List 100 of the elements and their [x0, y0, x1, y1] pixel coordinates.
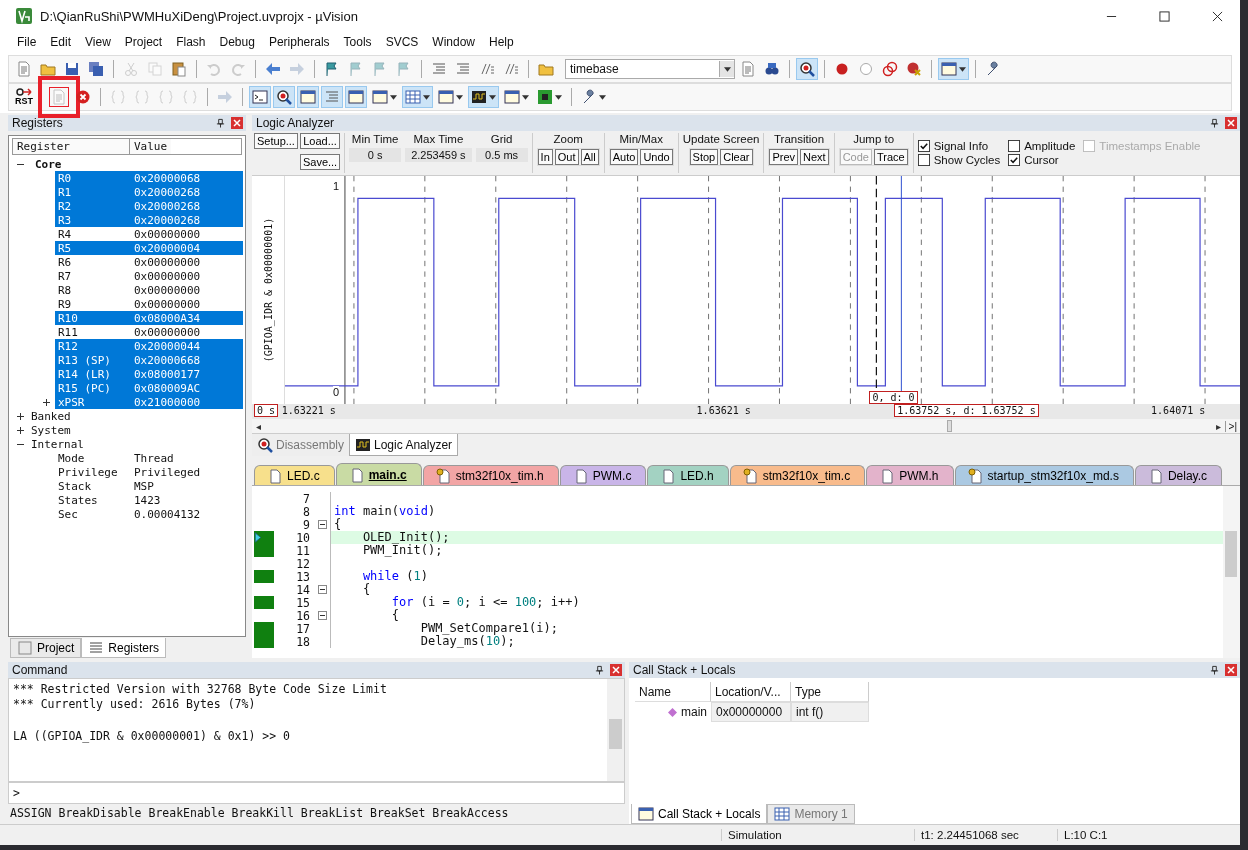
panel-tab[interactable]: Project — [10, 638, 82, 658]
register-row[interactable]: R14 (LR) 0x08000177 — [55, 367, 243, 381]
collapse-icon[interactable] — [317, 611, 327, 620]
collapse-icon[interactable] — [317, 585, 327, 594]
save-button[interactable]: Save... — [299, 154, 341, 170]
register-row[interactable]: R13 (SP) 0x20000668 — [55, 353, 243, 367]
collapse-icon[interactable] — [317, 520, 327, 529]
load-button[interactable]: Load... — [299, 133, 341, 149]
analyzer-button[interactable]: Auto — [609, 149, 639, 165]
register-row[interactable]: R11 0x00000000 — [55, 325, 243, 339]
register-row[interactable]: R0 0x20000068 — [55, 171, 243, 185]
file-tab[interactable]: main.c — [335, 463, 422, 485]
register-row[interactable]: R1 0x20000268 — [55, 185, 243, 199]
scrollbar-thumb[interactable] — [609, 719, 622, 749]
file-tab[interactable]: PWM.c — [559, 465, 647, 485]
horizontal-scrollbar[interactable]: ◂ ▸ >| — [252, 419, 1240, 433]
toolbar-button[interactable] — [468, 86, 499, 108]
analyzer-button[interactable]: Prev — [769, 149, 799, 165]
tree-group[interactable]: Core — [35, 157, 62, 171]
register-row[interactable]: R9 0x00000000 — [55, 297, 243, 311]
menu-item[interactable]: Flash — [169, 35, 213, 49]
option-checkbox[interactable]: Signal Info — [917, 140, 1001, 152]
menu-item[interactable]: Window — [425, 35, 482, 49]
register-row[interactable]: R12 0x20000044 — [55, 339, 243, 353]
code-editor[interactable]: 7 8 int main(void) 9 { 10 OLED_Init(); 11 PWM_Init(); 12 13 while (1) 14 { 15 for (i = 0; i <= 100; i++) 16 { 17 PWM_SetCompare1(i); 18 Delay_ms(10); — [252, 486, 1240, 658]
column-header[interactable]: Register — [13, 139, 130, 154]
column-header[interactable]: Value — [130, 139, 172, 154]
table-cell: int f() — [791, 702, 869, 722]
maximize-icon[interactable] — [1159, 10, 1170, 22]
menu-item[interactable]: Edit — [43, 35, 79, 49]
vertical-scrollbar[interactable] — [1223, 486, 1240, 658]
indent-icon — [431, 61, 447, 77]
panel-tab[interactable]: Memory 1 — [767, 804, 855, 824]
reset-button[interactable]: RST — [13, 86, 35, 108]
tree-group[interactable]: Internal — [31, 437, 84, 451]
scrollbar-thumb[interactable] — [946, 420, 952, 432]
registers-icon — [88, 639, 105, 656]
analyzer-button[interactable]: All — [580, 149, 599, 165]
menu-item[interactable]: View — [78, 35, 118, 49]
menu-item[interactable]: SVCS — [378, 35, 426, 49]
register-row[interactable]: Stack MSP — [55, 479, 243, 493]
file-tab[interactable]: LED.c — [254, 465, 335, 485]
file-tab[interactable]: startup_stm32f10x_md.s — [954, 465, 1134, 485]
menu-item[interactable]: File — [10, 35, 44, 49]
option-checkbox[interactable]: Amplitude — [1008, 140, 1076, 152]
tree-group[interactable]: System — [31, 423, 71, 437]
file-tab[interactable]: stm32f10x_tim.h — [422, 465, 559, 485]
menu-item[interactable]: Project — [117, 35, 170, 49]
menu-item[interactable]: Peripherals — [261, 35, 337, 49]
menu-item[interactable]: Tools — [336, 35, 379, 49]
panel-tab[interactable]: Call Stack + Locals — [631, 804, 768, 824]
analyzer-button[interactable]: Clear — [720, 149, 753, 165]
toolbar-button[interactable] — [796, 58, 818, 80]
analyzer-button[interactable]: Stop — [689, 149, 719, 165]
register-row[interactable]: R15 (PC) 0x080009AC — [55, 381, 243, 395]
scroll-right-button[interactable]: ▸ — [1212, 420, 1225, 432]
pin-icon[interactable] — [1210, 665, 1219, 675]
readout-label: Grid — [490, 133, 513, 145]
view-tab[interactable]: Logic Analyzer — [349, 434, 459, 456]
analyzer-button[interactable]: Undo — [640, 149, 673, 165]
register-row[interactable]: R5 0x20000004 — [55, 241, 243, 255]
analyzer-button[interactable]: Out — [554, 149, 579, 165]
analyzer-button[interactable]: Next — [800, 149, 829, 165]
pin-icon[interactable] — [595, 665, 604, 675]
vertical-scrollbar[interactable] — [607, 679, 624, 781]
file-tab[interactable]: LED.h — [647, 465, 729, 485]
register-row[interactable]: R4 0x00000000 — [55, 227, 243, 241]
close-icon[interactable] — [1212, 10, 1223, 22]
tree-group[interactable]: Banked — [31, 409, 71, 423]
file-tab[interactable]: PWM.h — [866, 465, 954, 485]
setup-button[interactable]: Setup... — [254, 133, 298, 149]
target-dropdown[interactable]: timebase — [565, 59, 735, 79]
file-tab[interactable]: Delay.c — [1134, 465, 1223, 485]
register-row[interactable]: R2 0x20000268 — [55, 199, 243, 213]
register-row[interactable]: Mode Thread — [55, 451, 243, 465]
column-header[interactable]: Name — [635, 682, 711, 702]
toolbar-button[interactable] — [273, 86, 295, 108]
register-row[interactable]: States 1423 — [55, 493, 243, 507]
scroll-end-button[interactable]: >| — [1224, 420, 1240, 432]
analyzer-button[interactable]: Trace — [873, 149, 908, 165]
register-row[interactable]: R3 0x20000268 — [55, 213, 243, 227]
scrollbar-thumb[interactable] — [1225, 531, 1237, 577]
register-row[interactable]: Privilege Privileged — [55, 465, 243, 479]
menu-item[interactable]: Help — [482, 35, 521, 49]
analyzer-button[interactable]: In — [537, 149, 553, 165]
panel-tab[interactable]: Registers — [81, 638, 167, 658]
register-row[interactable]: Sec 0.00004132 — [55, 507, 243, 521]
scroll-left-button[interactable]: ◂ — [252, 420, 264, 432]
command-input[interactable]: > — [8, 782, 625, 804]
option-checkbox[interactable]: Show Cycles — [917, 154, 1001, 166]
register-row[interactable]: R10 0x08000A34 — [55, 311, 243, 325]
register-row[interactable]: R7 0x00000000 — [55, 269, 243, 283]
register-row[interactable]: xPSR 0x21000000 — [55, 395, 243, 409]
file-tab[interactable]: stm32f10x_tim.c — [729, 465, 866, 485]
register-row[interactable]: R6 0x00000000 — [55, 255, 243, 269]
option-checkbox[interactable]: Cursor — [1008, 154, 1076, 166]
menu-item[interactable]: Debug — [212, 35, 262, 49]
pin-icon[interactable] — [1210, 118, 1219, 128]
pin-icon[interactable] — [216, 118, 225, 128]
register-row[interactable]: R8 0x00000000 — [55, 283, 243, 297]
